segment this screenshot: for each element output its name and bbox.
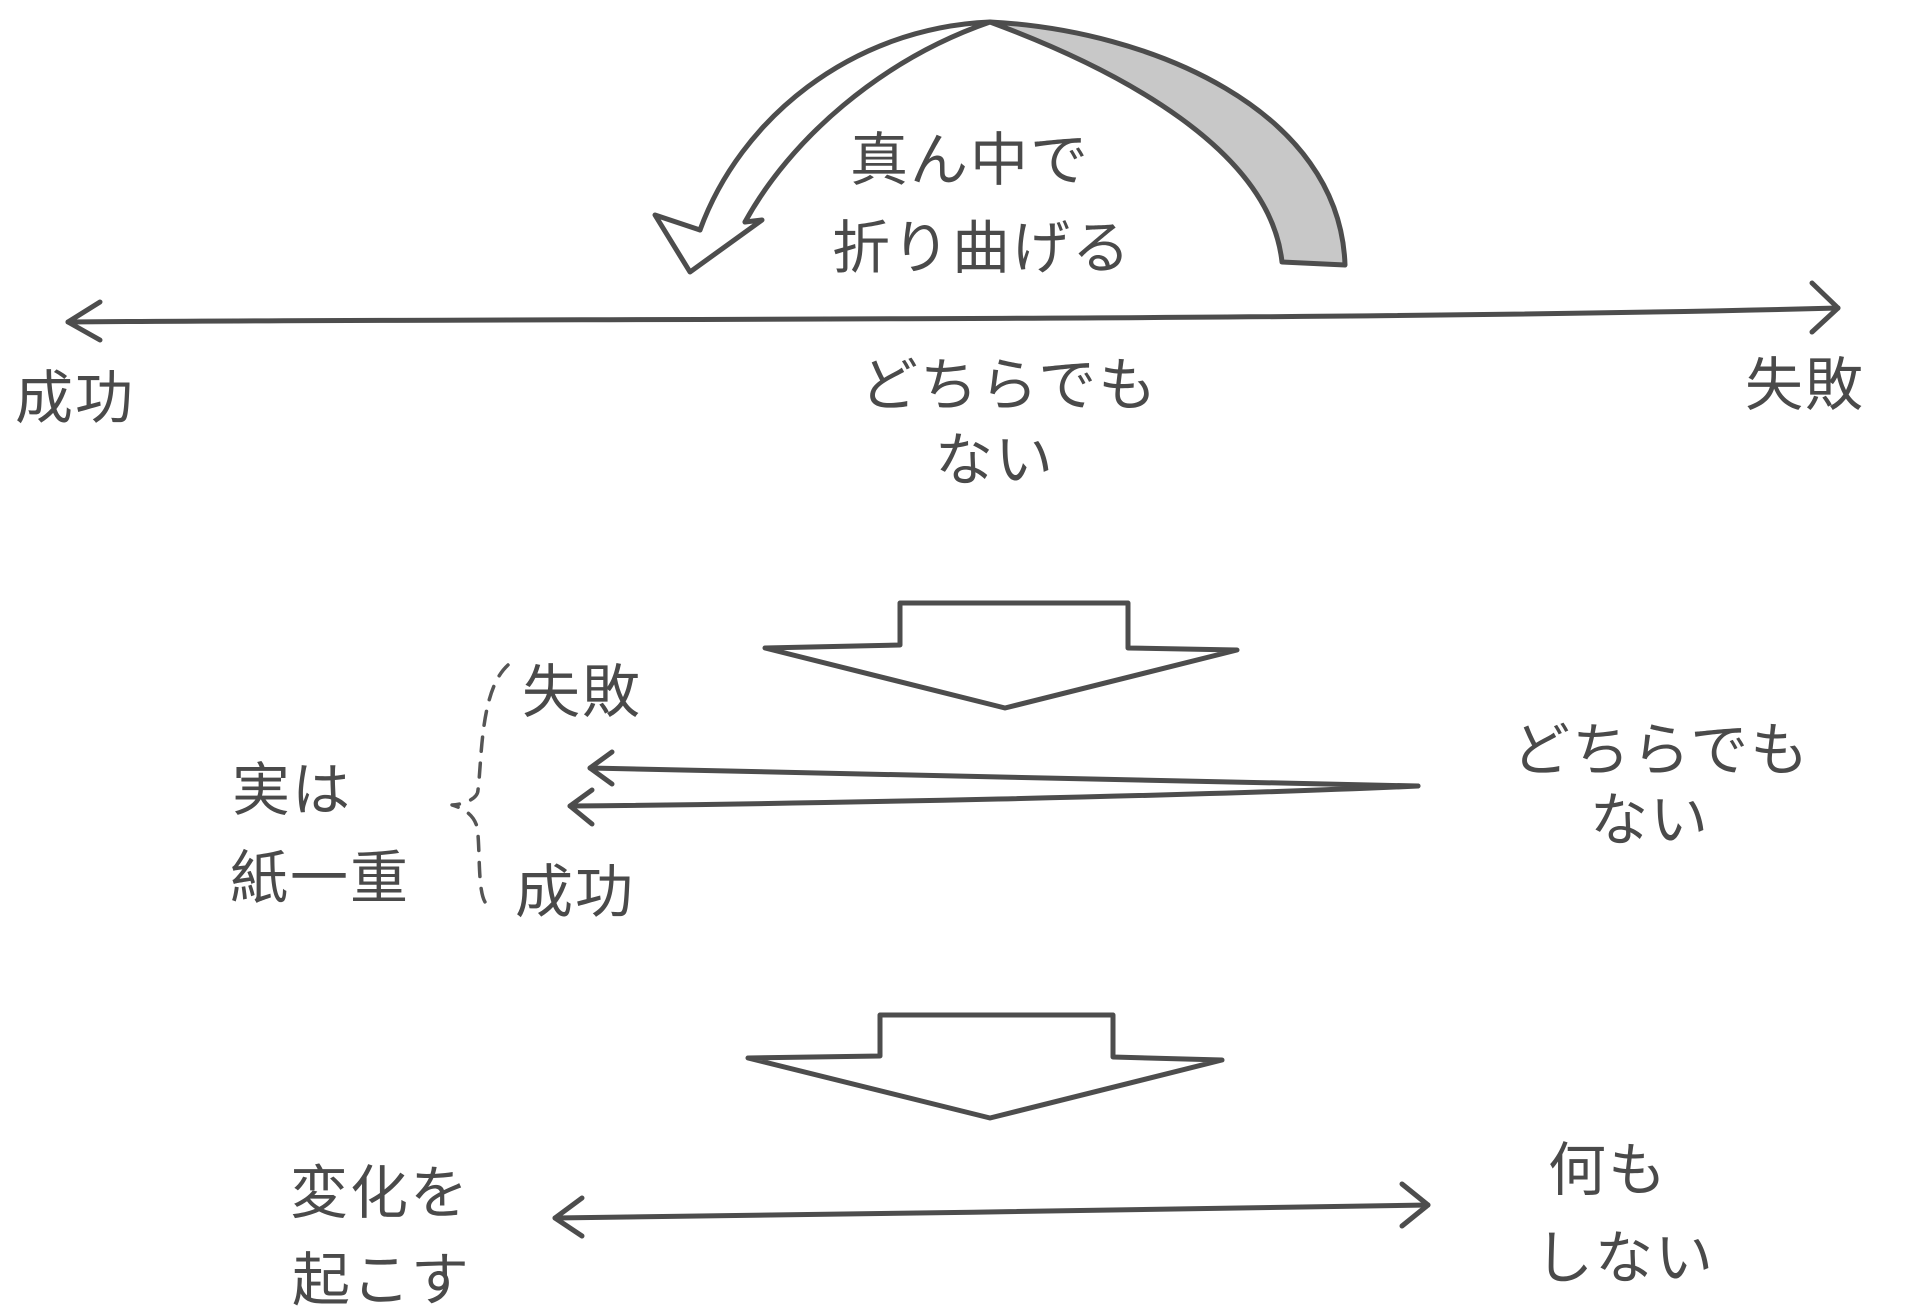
dashed-brace (450, 663, 510, 907)
bottom-left-label-line1: 変化を (290, 1159, 470, 1227)
top-right-label-failure: 失敗 (1745, 351, 1865, 419)
middle-right-label-line1: どちらでも (1512, 716, 1810, 784)
middle-upper-label-failure: 失敗 (522, 658, 642, 726)
middle-lower-label-success: 成功 (515, 858, 635, 926)
middle-line-upper (587, 765, 1421, 789)
top-center-label-line2: ない (935, 426, 1055, 494)
bottom-axis-line (552, 1202, 1431, 1221)
middle-note-line2: 紙一重 (230, 844, 410, 912)
middle-line-lower (567, 783, 1421, 809)
top-axis-line (65, 305, 1841, 325)
folding-diagram: 真ん中で 折り曲げる 成功 どちらでも ない 失敗 失敗 成功 実は 紙一重 ど… (15, 19, 1865, 1314)
bottom-right-label-line1: 何も (1548, 1136, 1668, 1204)
top-center-label-line1: どちらでも (860, 351, 1158, 419)
down-arrow-1 (762, 600, 1240, 711)
fold-label-line1: 真ん中で (850, 126, 1090, 194)
top-left-label-success: 成功 (15, 364, 135, 432)
down-arrow-2 (745, 1012, 1225, 1121)
bottom-right-label-line2: しない (1535, 1224, 1715, 1292)
fold-arrowhead (652, 212, 765, 275)
middle-note-line1: 実は (232, 756, 352, 824)
middle-right-label-line2: ない (1590, 786, 1710, 854)
bottom-left-label-line2: 起こす (292, 1246, 471, 1314)
fold-label-line2: 折り曲げる (832, 214, 1132, 282)
